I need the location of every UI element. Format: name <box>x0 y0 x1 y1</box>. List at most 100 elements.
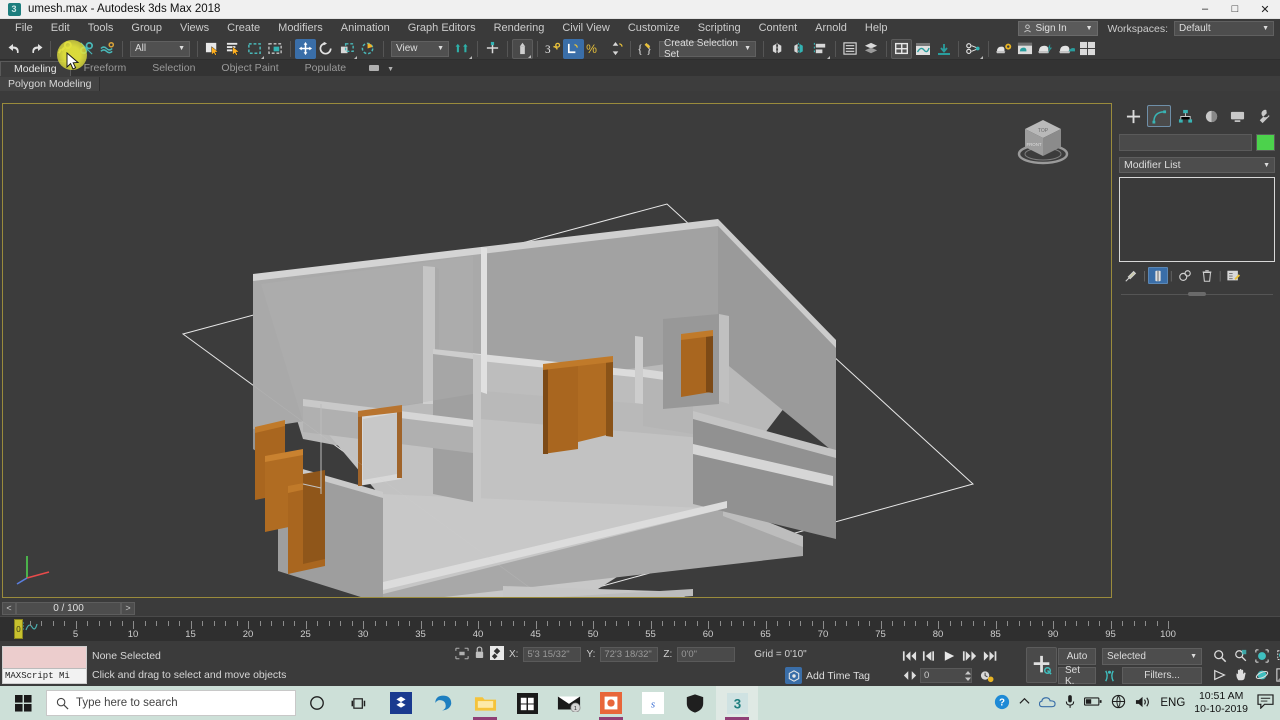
previous-frame-icon[interactable] <box>920 647 939 665</box>
selection-filter-combo[interactable]: All ▼ <box>130 40 190 57</box>
ribbon-tab-object-paint[interactable]: Object Paint <box>208 61 291 76</box>
x-coord-field[interactable]: 5'3 15/32" <box>523 647 582 662</box>
unlink-selection-icon[interactable] <box>76 39 97 59</box>
select-object-icon[interactable] <box>202 39 223 59</box>
spinner-arrows-icon[interactable] <box>964 669 972 683</box>
taskbar-search-box[interactable]: Type here to search <box>46 690 296 716</box>
time-slider-marker[interactable]: 0 <box>14 619 23 639</box>
sign-in-button[interactable]: Sign In ▼ <box>1017 21 1098 36</box>
modifier-list-combo[interactable]: Modifier List ▼ <box>1119 157 1275 173</box>
perspective-viewport[interactable]: TOP FRONT <box>2 103 1112 598</box>
zoom-icon[interactable] <box>1210 647 1229 665</box>
ribbon-tab-freeform[interactable]: Freeform <box>71 61 140 76</box>
action-center-icon[interactable] <box>1257 694 1274 712</box>
menu-group[interactable]: Group <box>122 19 171 38</box>
field-of-view-icon[interactable] <box>1210 666 1229 684</box>
battery-icon[interactable] <box>1084 696 1102 710</box>
menu-edit[interactable]: Edit <box>42 19 79 38</box>
menu-rendering[interactable]: Rendering <box>485 19 554 38</box>
configure-modifier-sets-button[interactable] <box>1224 267 1244 284</box>
rectangular-selection-region-icon[interactable] <box>244 39 265 59</box>
menu-scripting[interactable]: Scripting <box>689 19 750 38</box>
maximize-viewport-icon[interactable] <box>1273 666 1280 684</box>
cmd-tab-hierarchy[interactable] <box>1173 105 1197 127</box>
y-coord-field[interactable]: 72'3 18/32" <box>600 647 659 662</box>
menu-graph-editors[interactable]: Graph Editors <box>399 19 485 38</box>
zoom-region-icon[interactable] <box>1273 647 1280 665</box>
cmd-tab-motion[interactable] <box>1199 105 1223 127</box>
menu-customize[interactable]: Customize <box>619 19 689 38</box>
object-name-input[interactable] <box>1119 134 1252 151</box>
orbit-icon[interactable] <box>1252 666 1271 684</box>
undo-icon[interactable] <box>4 39 25 59</box>
spinner-arrows-icon[interactable] <box>605 39 626 59</box>
menu-views[interactable]: Views <box>171 19 218 38</box>
ribbon-tab-modeling[interactable]: Modeling <box>0 61 71 76</box>
taskbar-3dsmax[interactable]: 3 <box>716 686 758 720</box>
cortana-circle-icon[interactable] <box>296 686 338 720</box>
go-to-end-icon[interactable] <box>980 647 999 665</box>
cmd-tab-modify[interactable] <box>1147 105 1171 127</box>
pan-hand-icon[interactable] <box>1231 666 1250 684</box>
key-mode-toggle-icon[interactable] <box>900 667 919 685</box>
menu-modifiers[interactable]: Modifiers <box>269 19 332 38</box>
taskbar-store[interactable] <box>506 686 548 720</box>
onedrive-icon[interactable] <box>1039 696 1056 711</box>
close-button[interactable]: ✕ <box>1250 0 1280 19</box>
cmd-tab-display[interactable] <box>1225 105 1249 127</box>
spinner-snap-toggle-icon[interactable]: % <box>584 39 605 59</box>
ribbon-tab-selection[interactable]: Selection <box>139 61 208 76</box>
select-and-move-icon[interactable] <box>295 38 316 59</box>
set-key-big-button[interactable] <box>1026 647 1057 683</box>
key-filter-combo[interactable]: 0 Selected ▼ <box>1102 648 1202 665</box>
chevron-down-icon[interactable]: ▼ <box>387 66 394 73</box>
pin-stack-button[interactable] <box>1121 267 1141 284</box>
menu-animation[interactable]: Animation <box>332 19 399 38</box>
quad-view-icon[interactable] <box>1077 39 1098 59</box>
window-crossing-icon[interactable] <box>265 39 286 59</box>
layer-manager-icon[interactable] <box>861 39 882 59</box>
show-end-result-button[interactable] <box>1147 267 1168 284</box>
cmd-tab-utilities[interactable] <box>1251 105 1275 127</box>
reference-coordinate-combo[interactable]: View ▼ <box>391 40 449 57</box>
ribbon-tab-populate[interactable]: Populate <box>292 61 359 76</box>
set-key-button[interactable]: Set K. <box>1058 665 1096 687</box>
help-icon[interactable]: ? <box>994 694 1010 713</box>
select-and-place-icon[interactable] <box>358 39 379 59</box>
minimize-button[interactable]: – <box>1190 0 1220 19</box>
ribbon-panel-polygon-modeling[interactable]: Polygon Modeling <box>0 76 101 91</box>
absolute-relative-transform-icon[interactable] <box>490 646 504 663</box>
zoom-extents-icon[interactable] <box>1252 647 1271 665</box>
time-slider-handle[interactable]: 0 / 100 <box>16 601 121 615</box>
language-indicator[interactable]: ENG <box>1160 697 1185 709</box>
menu-file[interactable]: File <box>6 19 42 38</box>
next-frame-icon[interactable] <box>960 647 979 665</box>
mirror-teal-icon[interactable] <box>789 39 810 59</box>
workspace-combo[interactable]: Default ▼ <box>1174 21 1274 36</box>
z-coord-field[interactable]: 0'0" <box>677 647 736 662</box>
percent-snap-toggle-icon[interactable] <box>563 38 584 59</box>
use-center-flyout-icon[interactable] <box>452 39 473 59</box>
render-iterative-icon[interactable] <box>1056 39 1077 59</box>
menu-tools[interactable]: Tools <box>79 19 123 38</box>
time-configuration-icon[interactable] <box>977 667 996 685</box>
render-production-icon[interactable] <box>1035 39 1056 59</box>
curve-editor-icon[interactable] <box>912 39 933 59</box>
particle-flow-icon[interactable] <box>963 39 984 59</box>
remove-modifier-button[interactable] <box>1197 267 1217 284</box>
microphone-icon[interactable] <box>1065 694 1075 712</box>
redo-icon[interactable] <box>25 39 46 59</box>
select-and-rotate-icon[interactable] <box>316 39 337 59</box>
select-and-uniform-scale-icon[interactable] <box>337 39 358 59</box>
zoom-all-icon[interactable] <box>1231 647 1250 665</box>
taskbar-security[interactable] <box>674 686 716 720</box>
edit-named-selection-sets-icon[interactable]: { } <box>635 39 656 59</box>
make-unique-button[interactable] <box>1175 267 1195 284</box>
taskbar-mail[interactable]: 1 <box>548 686 590 720</box>
taskbar-photos[interactable] <box>590 686 632 720</box>
key-filters-button[interactable]: Filters... <box>1122 667 1202 684</box>
object-color-swatch[interactable] <box>1256 134 1275 151</box>
network-icon[interactable] <box>1111 694 1126 712</box>
rendered-frame-window-icon[interactable] <box>1014 39 1035 59</box>
maxscript-mini-listener[interactable]: MAXScript Mi <box>2 646 87 684</box>
